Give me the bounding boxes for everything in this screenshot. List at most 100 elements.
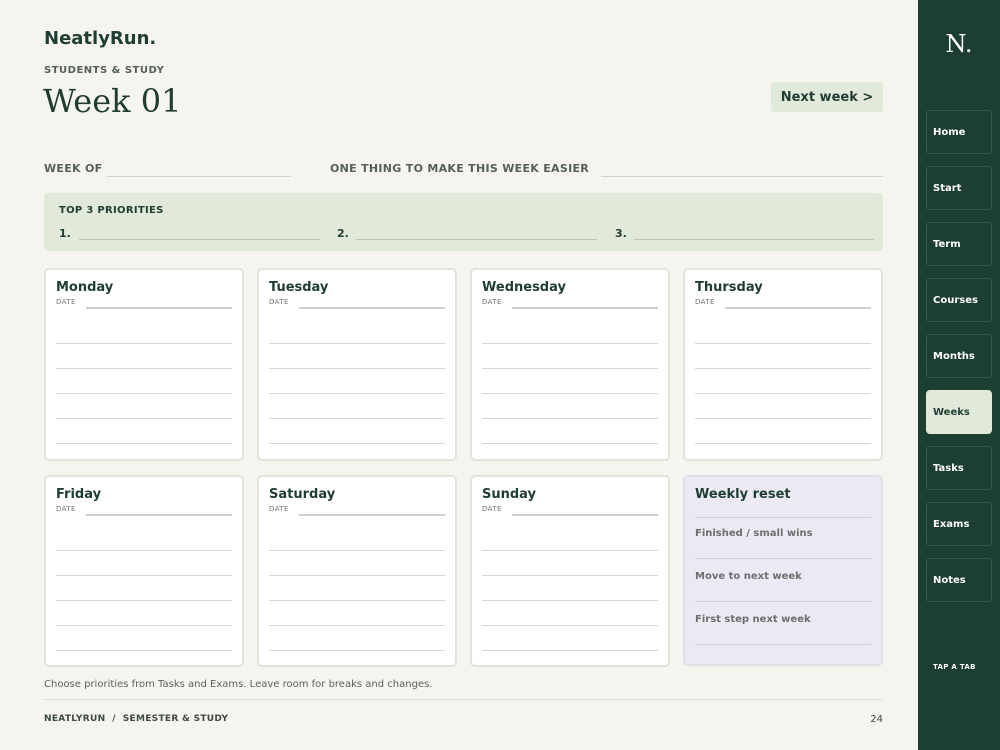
page-number: 24 [870,714,883,725]
note-line[interactable] [269,625,445,626]
note-line[interactable] [695,368,871,369]
day-title: Wednesday [482,280,566,295]
footer-divider [44,699,883,700]
week-of-label: WEEK OF [44,162,103,175]
note-line[interactable] [56,600,232,601]
priority-number: 3. [615,227,627,240]
note-line[interactable] [482,443,658,444]
sidebar-item-term[interactable]: Term [926,222,992,266]
reset-item-label: Move to next week [695,571,802,582]
date-field[interactable] [86,307,232,309]
date-field[interactable] [725,307,871,309]
note-line[interactable] [56,368,232,369]
note-line[interactable] [482,650,658,651]
page-title: Week 01 [43,82,182,120]
sidebar-item-tasks[interactable]: Tasks [926,446,992,490]
note-line[interactable] [482,343,658,344]
date-label: DATE [482,505,502,513]
date-label: DATE [482,298,502,306]
note-line[interactable] [269,650,445,651]
note-line[interactable] [695,343,871,344]
note-line[interactable] [482,418,658,419]
note-line[interactable] [269,368,445,369]
planner-page: NeatlyRun. STUDENTS & STUDY Week 01 Next… [0,0,918,750]
day-card-tuesday: Tuesday DATE [257,268,457,461]
reset-write-line[interactable] [695,644,871,645]
sidebar-item-home[interactable]: Home [926,110,992,154]
day-title: Thursday [695,280,763,295]
day-title: Friday [56,487,102,502]
tap-hint: TAP A TAB [933,663,976,671]
day-card-wednesday: Wednesday DATE [470,268,670,461]
note-line[interactable] [269,343,445,344]
note-line[interactable] [56,443,232,444]
note-line[interactable] [482,550,658,551]
sidebar-item-months[interactable]: Months [926,334,992,378]
priority-field-2[interactable] [356,239,597,240]
day-card-thursday: Thursday DATE [683,268,883,461]
note-line[interactable] [56,418,232,419]
note-line[interactable] [695,418,871,419]
weekly-reset-title: Weekly reset [695,487,791,502]
note-line[interactable] [269,575,445,576]
reset-write-line[interactable] [695,601,871,602]
day-card-sunday: Sunday DATE [470,475,670,667]
priority-field-1[interactable] [79,239,320,240]
note-line[interactable] [269,443,445,444]
priority-number: 1. [59,227,71,240]
note-line[interactable] [482,575,658,576]
note-line[interactable] [56,393,232,394]
note-line[interactable] [56,650,232,651]
next-week-button[interactable]: Next week > [771,82,883,112]
divider [695,517,871,518]
note-line[interactable] [269,393,445,394]
date-label: DATE [269,505,289,513]
footer-breadcrumb: NEATLYRUN / SEMESTER & STUDY [44,714,229,724]
sidebar-item-notes[interactable]: Notes [926,558,992,602]
sidebar-item-exams[interactable]: Exams [926,502,992,546]
priorities-title: TOP 3 PRIORITIES [59,205,164,216]
note-line[interactable] [56,550,232,551]
sidebar-item-courses[interactable]: Courses [926,278,992,322]
date-label: DATE [56,505,76,513]
day-title: Saturday [269,487,336,502]
note-line[interactable] [269,418,445,419]
day-card-monday: Monday DATE [44,268,244,461]
date-label: DATE [269,298,289,306]
note-line[interactable] [269,550,445,551]
priority-field-3[interactable] [634,239,874,240]
date-field[interactable] [512,307,658,309]
note-line[interactable] [482,600,658,601]
day-title: Monday [56,280,114,295]
sidebar-item-weeks[interactable]: Weeks [926,390,992,434]
brand-name: NeatlyRun. [44,28,157,49]
note-line[interactable] [482,393,658,394]
section-kicker: STUDENTS & STUDY [44,65,165,76]
reset-write-line[interactable] [695,558,871,559]
reset-item-label: Finished / small wins [695,528,813,539]
day-title: Sunday [482,487,537,502]
date-label: DATE [695,298,715,306]
day-title: Tuesday [269,280,329,295]
note-line[interactable] [482,368,658,369]
sidebar-nav: N. Home Start Term Courses Months Weeks Tasks E… [918,0,1000,750]
date-field[interactable] [512,514,658,516]
sidebar-item-start[interactable]: Start [926,166,992,210]
note-line[interactable] [695,393,871,394]
note-line[interactable] [56,575,232,576]
date-field[interactable] [299,307,445,309]
reset-item-label: First step next week [695,614,811,625]
date-label: DATE [56,298,76,306]
day-card-saturday: Saturday DATE [257,475,457,667]
logo: N. [945,30,973,58]
weekly-reset-card: Weekly reset Finished / small wins Move … [683,475,883,666]
easier-field[interactable] [601,176,883,177]
note-line[interactable] [56,625,232,626]
note-line[interactable] [56,343,232,344]
date-field[interactable] [86,514,232,516]
note-line[interactable] [482,625,658,626]
note-line[interactable] [695,443,871,444]
note-line[interactable] [269,600,445,601]
date-field[interactable] [299,514,445,516]
week-of-field[interactable] [107,176,291,177]
